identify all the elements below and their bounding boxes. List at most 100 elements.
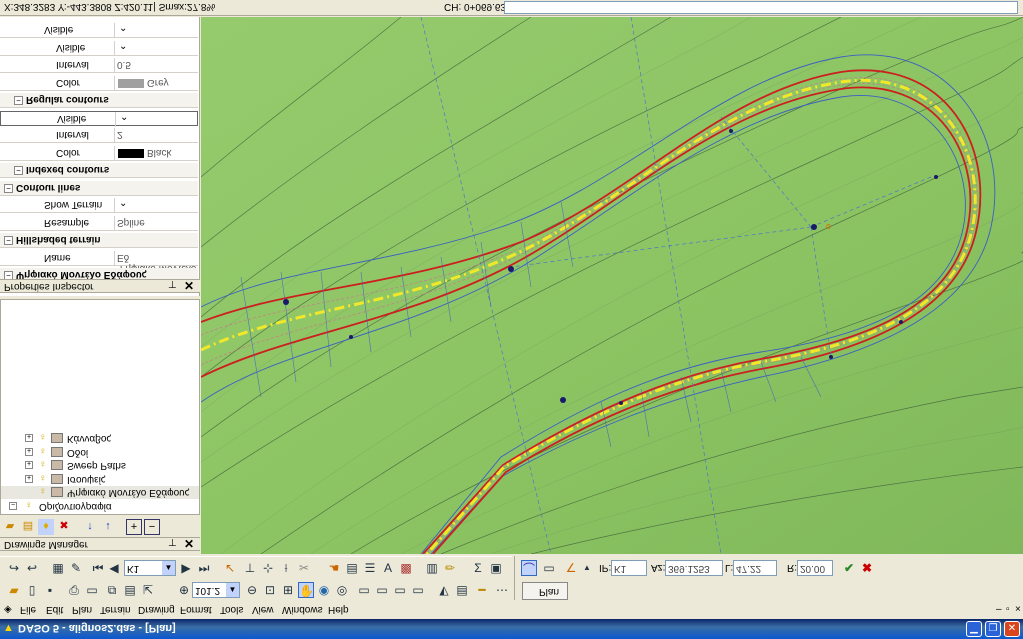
export-icon[interactable]: ⇱ xyxy=(140,582,156,598)
arrow-tool-icon[interactable]: ↖ xyxy=(222,560,238,576)
property-row[interactable]: Visible ⌄ xyxy=(0,23,198,38)
redo-icon[interactable]: ↪ xyxy=(6,560,22,576)
save-icon[interactable]: ▪ xyxy=(42,582,58,598)
ruler-icon[interactable]: ━ xyxy=(474,582,490,598)
chevron-down-icon[interactable]: ▼ xyxy=(226,583,239,597)
plan-drawing[interactable]: ο xyxy=(201,17,1023,554)
view-plan-icon[interactable]: ▭ xyxy=(356,582,372,598)
collapse-icon[interactable]: − xyxy=(9,501,17,510)
property-row[interactable]: NameΨηφιακό Μοντέλο Εδ xyxy=(0,250,198,274)
paste-icon[interactable]: ▤ xyxy=(122,582,138,598)
zoom-out-icon[interactable]: ⊖ xyxy=(244,582,260,598)
property-row[interactable]: Color Black xyxy=(0,145,198,161)
expand-icon[interactable]: + xyxy=(25,447,33,456)
collapse-toggle-icon[interactable]: − xyxy=(14,96,23,105)
plan-button[interactable]: Plan xyxy=(522,582,568,600)
visibility-bulb-icon[interactable]: ♀ xyxy=(39,446,47,457)
drawing-layer-item[interactable]: + ♀ Sweep Paths xyxy=(1,459,199,472)
view-profile-icon[interactable]: ▭ xyxy=(374,582,390,598)
view-section-icon[interactable]: ▭ xyxy=(392,582,408,598)
visibility-bulb-icon[interactable]: ♀ xyxy=(39,432,47,443)
table-icon[interactable]: ▤ xyxy=(344,560,360,576)
menu-item-file[interactable]: File xyxy=(20,604,36,615)
chevron-down-icon[interactable]: ⌄ xyxy=(119,23,127,34)
view-3d-icon[interactable]: ▭ xyxy=(410,582,426,598)
lines-icon[interactable]: ☰ xyxy=(362,560,378,576)
length-field[interactable]: 47.22 xyxy=(733,560,777,576)
globe-icon[interactable]: ◉ xyxy=(316,582,332,598)
menu-item-format[interactable]: Format xyxy=(180,604,212,615)
menu-item-windows[interactable]: Windows xyxy=(282,604,323,615)
hand-icon[interactable]: ☚ xyxy=(326,560,342,576)
property-row[interactable]: Color Grey xyxy=(0,75,198,91)
edit-icon[interactable]: ✎ xyxy=(68,560,84,576)
property-value[interactable]: 2 xyxy=(117,129,123,140)
collapse-icon[interactable]: − xyxy=(144,519,160,535)
mdi-minimize-icon[interactable]: – xyxy=(996,604,1002,615)
drawing-layer-item[interactable]: + ♀ Οδοί xyxy=(1,446,199,459)
property-value[interactable]: 0.5 xyxy=(117,59,131,70)
expand-icon[interactable]: + xyxy=(25,434,33,442)
drawing-layer-item[interactable]: + ♀ Κάνναβος xyxy=(1,432,199,445)
radius-field[interactable]: 20.00 xyxy=(797,560,833,576)
expand-icon[interactable]: + xyxy=(25,474,33,483)
visibility-bulb-icon[interactable]: ♀ xyxy=(39,459,47,470)
close-button[interactable]: ✕ xyxy=(1004,621,1020,637)
cut-icon[interactable]: ✂ xyxy=(296,560,312,576)
property-row[interactable]: Interval 0.5 xyxy=(0,58,198,73)
pin-icon[interactable]: ⊥ xyxy=(168,538,177,549)
insert-ip-icon[interactable]: ⊥ xyxy=(242,560,258,576)
hatch-icon[interactable]: ▩ xyxy=(398,560,414,576)
menu-item-plan[interactable]: Plan xyxy=(72,604,92,615)
drawing-layer-item[interactable]: − ♀ Οριζοντιογραφία xyxy=(1,500,199,513)
move-ip-icon[interactable]: ⊹ xyxy=(260,560,276,576)
expand-icon[interactable]: + xyxy=(25,461,33,469)
color-swatch[interactable] xyxy=(118,78,144,88)
status-field[interactable] xyxy=(504,1,1018,14)
bulb-icon[interactable]: ♦ xyxy=(38,519,54,535)
eye-icon[interactable]: ◎ xyxy=(334,582,350,598)
property-value[interactable]: Spline xyxy=(117,217,145,228)
collapse-toggle-icon[interactable]: − xyxy=(4,183,13,193)
apply-icon[interactable]: ✔ xyxy=(841,560,857,576)
options-icon[interactable]: ⋯ xyxy=(494,582,510,598)
collapse-toggle-icon[interactable]: − xyxy=(14,166,23,175)
property-row[interactable]: Visible ⌄ xyxy=(0,110,198,127)
pin-icon[interactable]: ⊥ xyxy=(168,280,177,291)
property-row[interactable]: Interval 2 xyxy=(0,128,198,143)
layers-icon[interactable]: ▤ xyxy=(454,582,470,598)
chevron-down-icon[interactable]: ⌄ xyxy=(120,112,128,123)
pencil-icon[interactable]: ✏ xyxy=(442,560,458,576)
menu-item-tools[interactable]: Tools xyxy=(220,604,243,615)
chevron-down-icon[interactable]: ⌄ xyxy=(119,198,127,209)
maximize-button[interactable]: ❐ xyxy=(985,621,1001,637)
pan-icon[interactable]: ✋ xyxy=(298,582,314,598)
move-down-icon[interactable]: ↓ xyxy=(82,519,98,535)
prev-icon[interactable]: ◀ xyxy=(106,560,122,576)
ip-selector[interactable]: K1 ▼ xyxy=(124,560,176,576)
calculator-icon[interactable]: ▣ xyxy=(488,560,504,576)
property-group[interactable]: − Hillshaded terrain xyxy=(0,233,198,248)
open-icon[interactable]: ▰ xyxy=(6,582,22,598)
expand-icon[interactable]: + xyxy=(126,519,142,535)
move-up-icon[interactable]: ↑ xyxy=(100,519,116,535)
zoom-extents-icon[interactable]: ⊞ xyxy=(280,582,296,598)
close-icon[interactable]: ✕ xyxy=(184,279,194,293)
ip-field[interactable]: K1 xyxy=(611,560,647,576)
visibility-bulb-icon[interactable]: ♀ xyxy=(25,500,33,511)
triangle-up-icon[interactable]: ▲ xyxy=(579,560,595,576)
zoom-icon[interactable]: ⊕ xyxy=(176,582,192,598)
property-row[interactable]: Visible ⌄ xyxy=(0,40,198,56)
report-icon[interactable]: ▥ xyxy=(424,560,440,576)
label-icon[interactable]: A xyxy=(380,560,396,576)
cancel-icon[interactable]: ✖ xyxy=(859,560,875,576)
delete-icon[interactable]: ✖ xyxy=(56,519,72,535)
drawing-layer-item[interactable]: ♀ Ψηφιακό Μοντέλο Εδάφους xyxy=(1,486,199,499)
layer-icon[interactable]: ▤ xyxy=(20,519,36,535)
split-icon[interactable]: ⟊ xyxy=(278,560,294,576)
zoom-selector[interactable]: 101.2 ▼ xyxy=(192,582,240,598)
collapse-toggle-icon[interactable]: − xyxy=(4,236,13,245)
app-menu-icon[interactable]: ◈ xyxy=(4,604,12,615)
folder-icon[interactable]: ▰ xyxy=(2,519,18,535)
menu-item-view[interactable]: View xyxy=(252,604,274,615)
